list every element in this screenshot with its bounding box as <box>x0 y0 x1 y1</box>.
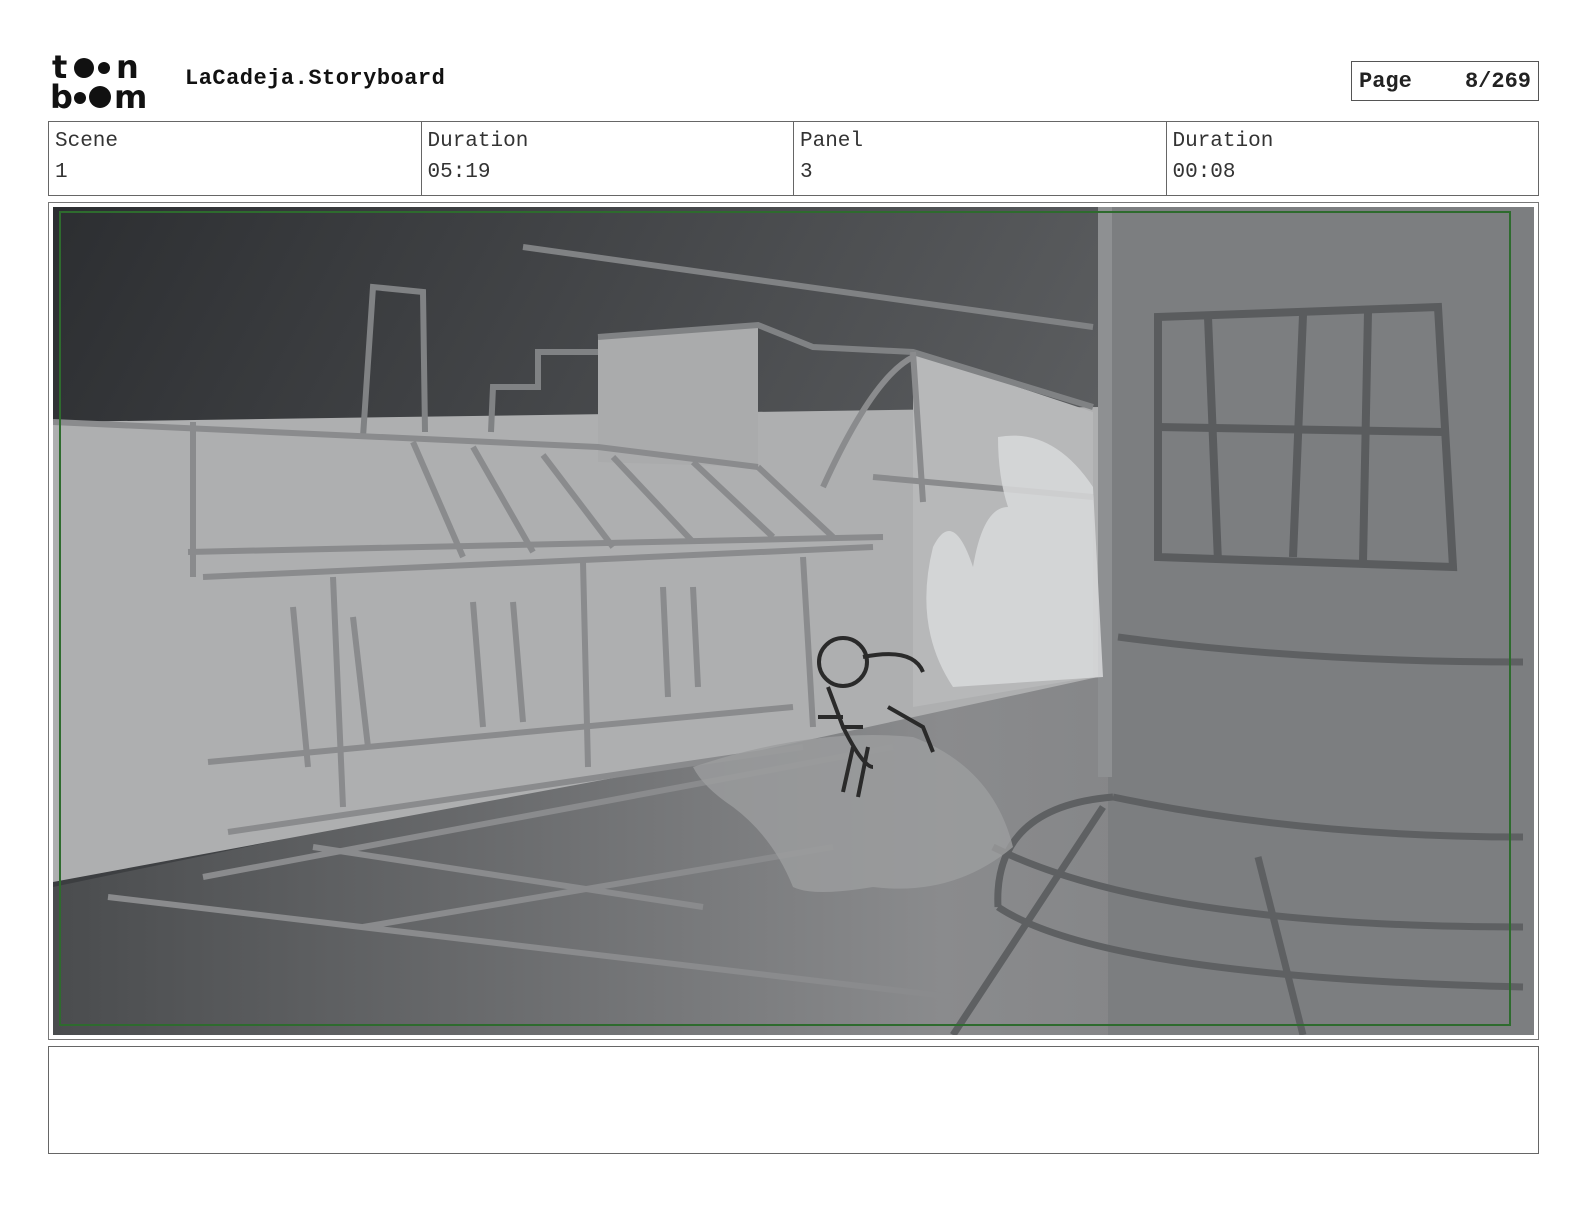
page-number: 8/269 <box>1464 68 1531 94</box>
right-building <box>1108 207 1534 1035</box>
svg-text:b: b <box>50 78 73 112</box>
scene-info-row: Scene 1 Duration 05:19 Panel 3 Duration … <box>48 121 1539 196</box>
panel-cell: Panel 3 <box>794 122 1167 195</box>
page-label: Page <box>1359 68 1412 94</box>
scene-label: Scene <box>55 130 119 153</box>
panel-duration-cell: Duration 00:08 <box>1167 122 1539 195</box>
panel-duration-value: 00:08 <box>1172 161 1236 184</box>
scene-duration-label: Duration <box>427 130 529 153</box>
panel-duration-label: Duration <box>1172 130 1274 153</box>
scene-duration-cell: Duration 05:19 <box>422 122 794 195</box>
scene-cell: Scene 1 <box>49 122 422 195</box>
scene-value: 1 <box>55 161 68 184</box>
project-title: LaCadeja.Storyboard <box>185 66 446 91</box>
toonboom-logo: t n b m <box>50 50 147 112</box>
panel-value: 3 <box>800 161 813 184</box>
panel-sketch <box>53 207 1534 1035</box>
panel-label: Panel <box>800 130 864 153</box>
page-indicator: Page 8/269 <box>1351 61 1539 101</box>
panel-notes <box>48 1046 1539 1154</box>
scene-duration-value: 05:19 <box>427 161 491 184</box>
storyboard-panel <box>48 202 1539 1040</box>
svg-text:m: m <box>114 78 147 112</box>
